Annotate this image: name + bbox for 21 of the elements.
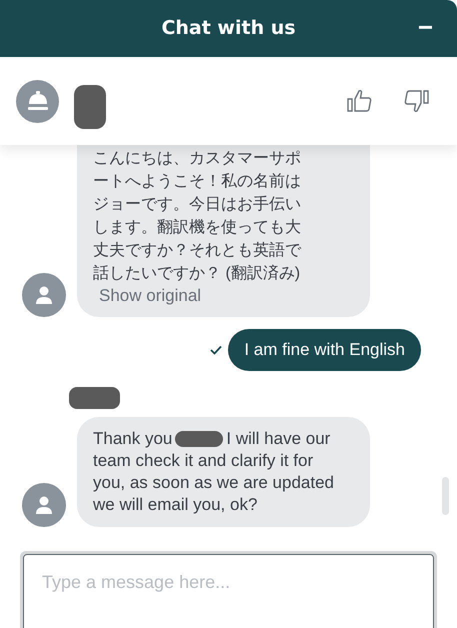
minimize-button[interactable]: − [418,12,433,42]
message-text: こんにちは、カスタマーサポ [93,149,302,169]
show-original-link[interactable]: Show original [93,285,354,307]
message-text: ジョーです。今日はお手伝い [93,194,302,215]
message-text: 丈夫ですか？それとも英語で [93,240,302,261]
message-text: I will have our [226,428,330,450]
bell-icon [26,90,50,112]
message-text: we will email you, ok? [93,494,258,516]
scrollbar-thumb[interactable] [442,477,449,515]
message-text: Thank you [93,428,172,450]
window-title: Chat with us [161,16,296,42]
person-icon [34,495,54,515]
message-text: ートへようこそ！私の名前は [93,172,302,192]
thumbs-up-icon[interactable] [347,89,373,113]
message-text: 話したいですか？ (翻訳済み) [93,264,302,284]
person-icon [34,285,54,305]
message-text: you, as soon as we are updated [93,472,335,494]
message-bubble: I am fine with English [228,329,421,371]
message-text: team check it and clarify it for [93,450,314,472]
thumbs-down-icon[interactable] [403,89,429,113]
message-text: します。翻訳機を使っても大 [93,218,302,238]
